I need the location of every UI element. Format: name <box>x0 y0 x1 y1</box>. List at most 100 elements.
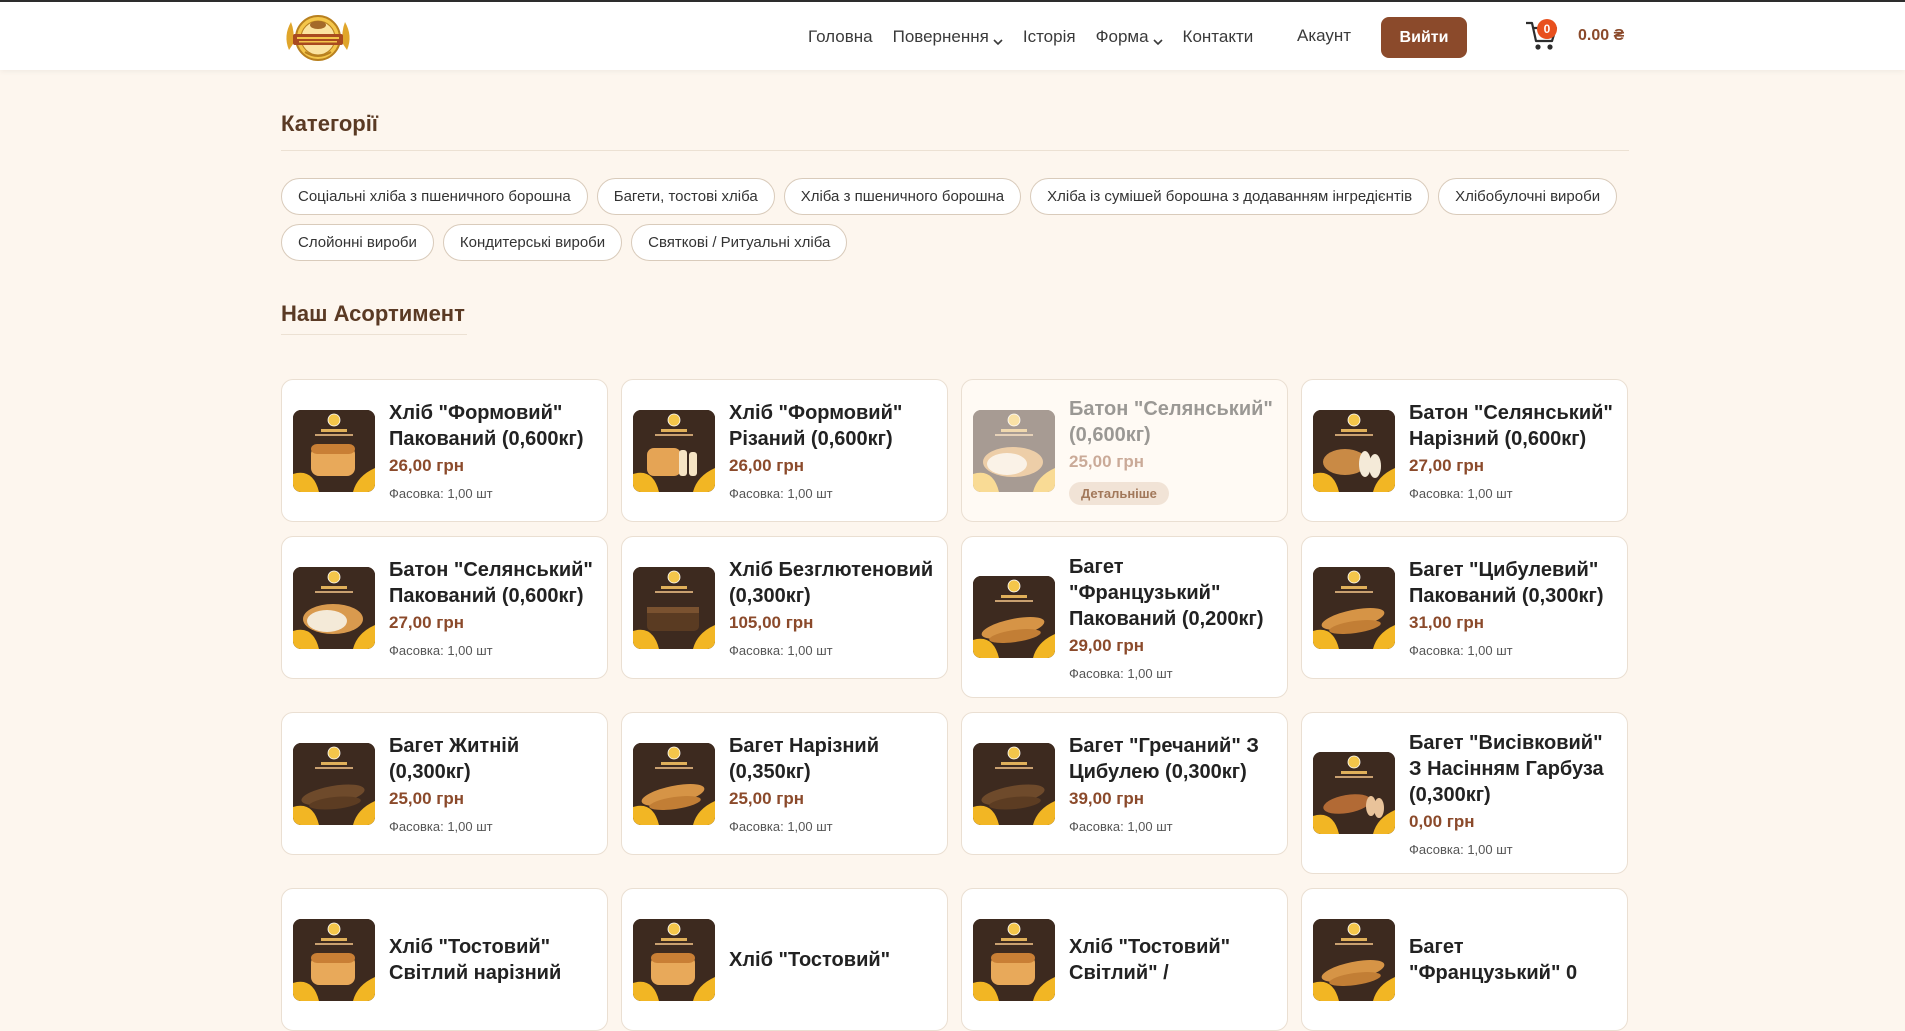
product-info: Хліб "Тостовий" <box>729 947 935 973</box>
product-image[interactable] <box>293 742 375 825</box>
product-image[interactable] <box>293 918 375 1001</box>
product-name[interactable]: Хліб "Тостовий" Світлий нарізний <box>389 934 595 986</box>
product-info: Багет "Французький" Пакований (0,200кг) 2… <box>1069 554 1275 681</box>
product-card[interactable]: Багет "Французький" Пакований (0,200кг) 2… <box>961 536 1288 698</box>
product-name[interactable]: Багет "Французький" 0 <box>1409 934 1615 986</box>
chevron-down-icon <box>993 32 1003 46</box>
category-chip[interactable]: Кондитерські вироби <box>442 224 623 261</box>
product-price: 25,00 грн <box>1069 452 1144 471</box>
product-name[interactable]: Хліб "Формовий" Пакований (0,600кг) <box>389 400 595 452</box>
product-price: 31,00 грн <box>1409 613 1484 632</box>
product-name[interactable]: Хліб Безглютеновий (0,300кг) <box>729 557 935 609</box>
product-card[interactable]: Батон "Селянський" Нарізний (0,600кг) 27,… <box>1301 379 1628 522</box>
product-card[interactable]: Батон "Селянський" Пакований (0,600кг) 27… <box>281 536 608 679</box>
product-info: Хліб Безглютеновий (0,300кг) 105,00 грн Фа… <box>729 557 935 658</box>
product-info: Багет Житній (0,300кг) 25,00 грн Фасовка: … <box>389 733 595 834</box>
product-image[interactable] <box>973 576 1055 658</box>
assortment-title: Наш Асортимент <box>281 301 465 326</box>
product-image[interactable] <box>293 409 375 492</box>
nav-contacts[interactable]: Контакти <box>1183 27 1254 47</box>
product-card[interactable]: Хліб "Формовий" Різаний (0,600кг) 26,00 г… <box>621 379 948 522</box>
product-image[interactable] <box>1313 409 1395 492</box>
category-chip[interactable]: Багети, тостові хліба <box>596 178 775 215</box>
product-image[interactable] <box>293 566 375 649</box>
product-packaging: Фасовка: 1,00 шт <box>1069 819 1173 834</box>
nav-home[interactable]: Головна <box>808 27 873 47</box>
nav-history[interactable]: Історія <box>1023 27 1076 47</box>
product-card[interactable]: Хліб "Тостовий" <box>621 888 948 1031</box>
product-name[interactable]: Батон "Селянський" Пакований (0,600кг) <box>389 557 595 609</box>
product-info: Хліб "Тостовий" Світлий" / <box>1069 934 1275 986</box>
product-image[interactable] <box>1313 752 1395 834</box>
product-card[interactable]: Хліб "Формовий" Пакований (0,600кг) 26,00… <box>281 379 608 522</box>
product-card[interactable]: Батон "Селянський" (0,600кг) 25,00 грн Дет… <box>961 379 1288 522</box>
product-image[interactable] <box>1313 566 1395 649</box>
categories-title: Категорії <box>281 111 378 136</box>
details-button[interactable]: Детальніше <box>1069 482 1169 505</box>
product-packaging: Фасовка: 1,00 шт <box>1069 665 1173 681</box>
product-image[interactable] <box>973 409 1055 492</box>
logout-button[interactable]: Вийти <box>1381 17 1467 58</box>
product-image[interactable] <box>633 566 715 649</box>
product-info: Багет "Французький" 0 <box>1409 934 1615 986</box>
product-name[interactable]: Багет Нарізний (0,350кг) <box>729 733 935 785</box>
product-image[interactable] <box>633 409 715 492</box>
product-name[interactable]: Батон "Селянський" Нарізний (0,600кг) <box>1409 400 1615 452</box>
main-navigation: Головна Повернення Історія Форма Контакт… <box>808 2 1273 72</box>
product-card[interactable]: Багет "Висівковий" З Насінням Гарбуза (0… <box>1301 712 1628 874</box>
bakery-logo[interactable] <box>281 10 355 66</box>
product-price: 0,00 грн <box>1409 811 1475 831</box>
category-chip[interactable]: Святкові / Ритуальні хліба <box>631 224 848 261</box>
product-name[interactable]: Багет "Французький" Пакований (0,200кг) <box>1069 554 1275 632</box>
product-info: Багет "Висівковий" З Насінням Гарбуза (0… <box>1409 730 1615 857</box>
product-packaging: Фасовка: 1,00 шт <box>389 486 493 501</box>
category-chip[interactable]: Хлібобулочні вироби <box>1438 178 1618 215</box>
product-price: 26,00 грн <box>729 456 804 475</box>
product-info: Батон "Селянський" (0,600кг) 25,00 грн Дет… <box>1069 396 1275 505</box>
divider <box>281 150 1629 151</box>
product-packaging: Фасовка: 1,00 шт <box>729 643 833 658</box>
product-info: Багет Нарізний (0,350кг) 25,00 грн Фасовка… <box>729 733 935 834</box>
product-info: Багет "Гречаний" З Цибулею (0,300кг) 39,0… <box>1069 733 1275 834</box>
chevron-down-icon <box>1152 32 1163 46</box>
category-chip[interactable]: Слойонні вироби <box>281 224 434 261</box>
product-price: 39,00 грн <box>1069 789 1144 808</box>
product-name[interactable]: Хліб "Тостовий" <box>729 947 935 973</box>
nav-returns[interactable]: Повернення <box>893 27 1003 47</box>
product-card[interactable]: Багет "Французький" 0 <box>1301 888 1628 1031</box>
product-card[interactable]: Багет "Цибулевий" Пакований (0,300кг) 31,… <box>1301 536 1628 679</box>
product-card[interactable]: Хліб "Тостовий" Світлий нарізний <box>281 888 608 1031</box>
product-name[interactable]: Хліб "Тостовий" Світлий" / <box>1069 934 1275 986</box>
product-packaging: Фасовка: 1,00 шт <box>729 819 833 834</box>
product-image[interactable] <box>633 918 715 1001</box>
product-info: Батон "Селянський" Пакований (0,600кг) 27… <box>389 557 595 658</box>
product-price: 25,00 грн <box>729 789 804 808</box>
product-price: 29,00 грн <box>1069 635 1144 655</box>
category-chip[interactable]: Хліба з пшеничного борошна <box>783 178 1022 215</box>
product-image[interactable] <box>973 918 1055 1001</box>
product-name[interactable]: Багет Житній (0,300кг) <box>389 733 595 785</box>
product-name[interactable]: Батон "Селянський" (0,600кг) <box>1069 396 1275 448</box>
product-card[interactable]: Хліб "Тостовий" Світлий" / <box>961 888 1288 1031</box>
product-price: 27,00 грн <box>389 613 464 632</box>
product-price: 25,00 грн <box>389 789 464 808</box>
account-link[interactable]: Акаунт <box>1297 26 1351 46</box>
product-info: Багет "Цибулевий" Пакований (0,300кг) 31,… <box>1409 557 1615 658</box>
product-card[interactable]: Багет "Гречаний" З Цибулею (0,300кг) 39,0… <box>961 712 1288 855</box>
product-packaging: Фасовка: 1,00 шт <box>1409 841 1513 857</box>
product-image[interactable] <box>973 742 1055 825</box>
product-card[interactable]: Багет Житній (0,300кг) 25,00 грн Фасовка: … <box>281 712 608 855</box>
category-chip[interactable]: Соціальні хліба з пшеничного борошна <box>281 178 588 215</box>
product-name[interactable]: Хліб "Формовий" Різаний (0,600кг) <box>729 400 935 452</box>
product-card[interactable]: Багет Нарізний (0,350кг) 25,00 грн Фасовка… <box>621 712 948 855</box>
product-image[interactable] <box>633 742 715 825</box>
product-name[interactable]: Багет "Цибулевий" Пакований (0,300кг) <box>1409 557 1615 609</box>
category-chip[interactable]: Хліба із сумішей борошна з додаванням ін… <box>1030 178 1430 215</box>
product-name[interactable]: Багет "Висівковий" З Насінням Гарбуза (0… <box>1409 730 1615 808</box>
product-image[interactable] <box>1313 918 1395 1001</box>
product-price: 27,00 грн <box>1409 456 1484 475</box>
product-grid: Хліб "Формовий" Пакований (0,600кг) 26,00… <box>281 379 1631 1031</box>
product-card[interactable]: Хліб Безглютеновий (0,300кг) 105,00 грн Фа… <box>621 536 948 679</box>
product-name[interactable]: Багет "Гречаний" З Цибулею (0,300кг) <box>1069 733 1275 785</box>
nav-form[interactable]: Форма <box>1096 27 1163 47</box>
